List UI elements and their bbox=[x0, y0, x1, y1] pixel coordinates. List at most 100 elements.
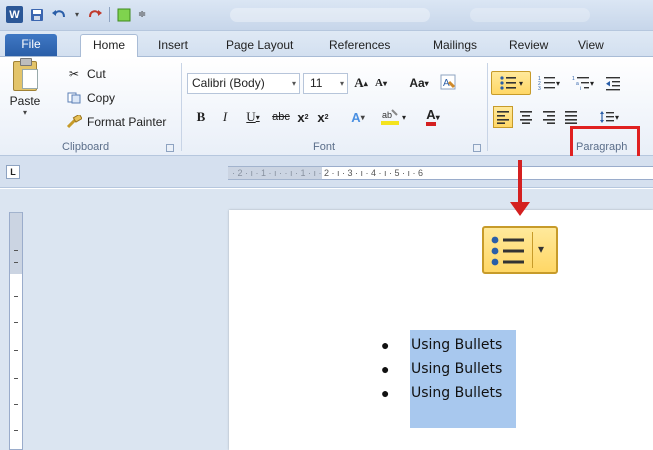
redo-icon[interactable] bbox=[87, 7, 103, 23]
tab-view[interactable]: View bbox=[568, 35, 614, 57]
paste-button[interactable]: Paste ▾ bbox=[6, 58, 44, 117]
chevron-down-icon: ▾ bbox=[22, 108, 27, 117]
font-launcher-icon[interactable] bbox=[473, 144, 481, 152]
ruler-tick bbox=[14, 404, 18, 405]
svg-text:3: 3 bbox=[538, 86, 541, 91]
copy-icon bbox=[66, 91, 82, 105]
text-effects-icon[interactable]: A ▾ bbox=[344, 107, 372, 127]
font-name-value: Calibri (Body) bbox=[192, 76, 265, 90]
chevron-down-icon: ▾ bbox=[291, 79, 296, 88]
align-left-icon[interactable] bbox=[493, 106, 513, 128]
svg-text:a: a bbox=[576, 81, 579, 87]
chevron-down-icon: ▾ bbox=[538, 242, 545, 256]
font-size-combo[interactable]: 11 ▾ bbox=[303, 73, 348, 94]
underline-icon[interactable]: U ▾ bbox=[240, 107, 266, 127]
grow-font-icon[interactable]: A ▴ bbox=[352, 73, 370, 93]
list-item[interactable]: ● Using Bullets bbox=[380, 333, 520, 357]
copy-button[interactable]: Copy bbox=[66, 91, 115, 105]
clipboard-group-label: Clipboard bbox=[62, 141, 110, 153]
clear-formatting-icon[interactable]: A bbox=[438, 72, 458, 92]
chevron-down-icon[interactable]: ▾ bbox=[73, 7, 81, 23]
shape-icon[interactable] bbox=[116, 7, 132, 23]
ruler-tick bbox=[14, 296, 18, 297]
tab-home[interactable]: Home bbox=[80, 34, 138, 58]
bullet-point: ● bbox=[381, 337, 390, 353]
bullets-button-callout: ▾ bbox=[482, 226, 558, 274]
highlight-color-icon[interactable]: ab ▾ bbox=[376, 107, 410, 127]
font-color-icon[interactable]: A ▾ bbox=[418, 107, 448, 127]
paintbrush-icon bbox=[66, 115, 82, 129]
strikethrough-icon[interactable]: abc bbox=[270, 107, 292, 127]
align-right-icon[interactable] bbox=[540, 107, 558, 127]
tab-insert[interactable]: Insert bbox=[148, 35, 198, 57]
clipboard-icon bbox=[13, 58, 38, 91]
multilevel-list-icon[interactable]: 1 a i ▾ bbox=[567, 73, 599, 93]
ruler-tick bbox=[14, 430, 18, 431]
ruler-tick bbox=[14, 322, 18, 323]
numbering-icon[interactable]: 1 2 3 ▾ bbox=[533, 73, 565, 93]
line-spacing-icon[interactable]: ▾ bbox=[596, 107, 622, 127]
shrink-font-icon[interactable]: A ▾ bbox=[373, 73, 389, 93]
quick-access-toolbar: W ▾ ≑ bbox=[6, 6, 146, 23]
bullets-icon bbox=[491, 236, 524, 266]
ruler-tick bbox=[14, 250, 18, 251]
list-item[interactable]: ● Using Bullets bbox=[380, 381, 520, 405]
svg-text:i: i bbox=[580, 86, 581, 91]
format-painter-button[interactable]: Format Painter bbox=[66, 115, 166, 129]
ruler-margin bbox=[228, 166, 322, 180]
font-size-value: 11 bbox=[310, 76, 323, 90]
bullet-list[interactable]: ● Using Bullets ● Using Bullets ● Using … bbox=[380, 333, 520, 405]
undo-icon[interactable] bbox=[51, 7, 67, 23]
italic-icon[interactable]: I bbox=[218, 107, 232, 127]
superscript-icon[interactable]: x2 bbox=[315, 107, 331, 127]
ribbon: Paste ▾ ✂ Cut Copy Format Painter Clipbo… bbox=[0, 57, 653, 156]
subscript-icon[interactable]: x2 bbox=[295, 107, 311, 127]
font-group-label: Font bbox=[313, 141, 336, 153]
justify-icon[interactable] bbox=[562, 107, 580, 127]
bullet-point: ● bbox=[381, 361, 390, 377]
callout-divider bbox=[532, 232, 533, 268]
ruler-row: L · 2 · ı · 1 · ı · · ı · 1 · ı · 2 · ı … bbox=[0, 156, 653, 188]
tab-selector-icon[interactable]: L bbox=[6, 165, 20, 179]
list-item[interactable]: ● Using Bullets bbox=[380, 357, 520, 381]
copy-label: Copy bbox=[87, 91, 116, 105]
group-separator bbox=[487, 63, 488, 151]
group-separator bbox=[181, 63, 182, 151]
bullet-point: ● bbox=[381, 385, 390, 401]
word-logo-icon[interactable]: W bbox=[6, 6, 23, 23]
ruler-tick bbox=[14, 378, 18, 379]
bullets-button[interactable]: ▾ bbox=[491, 71, 531, 95]
tab-references[interactable]: References bbox=[319, 35, 400, 57]
paste-label: Paste bbox=[9, 94, 41, 108]
tab-review[interactable]: Review bbox=[499, 35, 558, 57]
cut-button[interactable]: ✂ Cut bbox=[66, 67, 106, 81]
customize-qat-icon[interactable]: ≑ bbox=[138, 7, 146, 23]
tab-file[interactable]: File bbox=[5, 34, 57, 56]
font-name-combo[interactable]: Calibri (Body) ▾ bbox=[187, 73, 300, 94]
window-title bbox=[230, 8, 430, 22]
qat-separator bbox=[109, 7, 110, 22]
bold-icon[interactable]: B bbox=[193, 107, 209, 127]
list-item-text[interactable]: Using Bullets bbox=[411, 333, 517, 357]
arrow-down-icon bbox=[510, 202, 530, 216]
tab-mailings[interactable]: Mailings bbox=[423, 35, 487, 57]
chevron-down-icon: ▾ bbox=[339, 79, 344, 88]
ruler-tick bbox=[14, 262, 18, 263]
tab-page-layout[interactable]: Page Layout bbox=[216, 35, 303, 57]
arrow-shaft bbox=[518, 160, 522, 206]
chevron-down-icon: ▾ bbox=[518, 78, 523, 88]
ruler-tick bbox=[14, 350, 18, 351]
decrease-indent-icon[interactable] bbox=[604, 73, 622, 93]
save-icon[interactable] bbox=[29, 7, 45, 23]
clipboard-launcher-icon[interactable] bbox=[166, 144, 174, 152]
window-title-extra bbox=[470, 8, 590, 22]
align-center-icon[interactable] bbox=[517, 107, 535, 127]
ribbon-tabs: File Home Insert Page Layout References … bbox=[0, 31, 653, 58]
cut-label: Cut bbox=[87, 67, 106, 81]
format-painter-label: Format Painter bbox=[87, 115, 167, 129]
svg-text:1: 1 bbox=[572, 76, 575, 82]
list-item-text[interactable]: Using Bullets bbox=[411, 357, 517, 381]
svg-text:ab: ab bbox=[382, 110, 392, 120]
list-item-text[interactable]: Using Bullets bbox=[411, 381, 517, 405]
change-case-icon[interactable]: Aa ▾ bbox=[404, 73, 434, 93]
